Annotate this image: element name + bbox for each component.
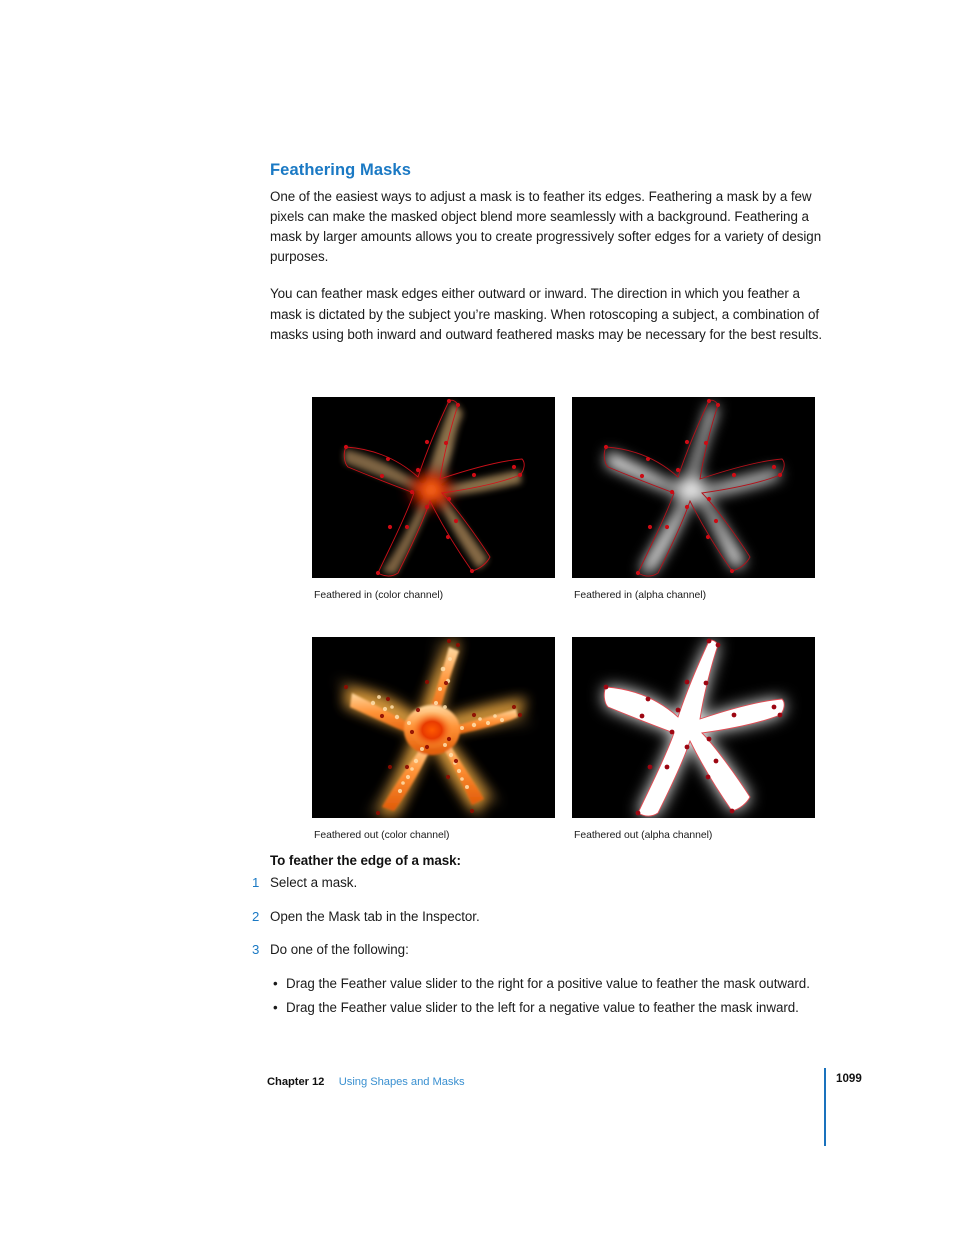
article-content: Feathering Masks One of the easiest ways… <box>270 160 826 362</box>
figure-feathered-in-color: Feathered in (color channel) <box>312 397 555 601</box>
figure-feathered-in-alpha: Feathered in (alpha channel) <box>572 397 815 601</box>
step-number-1: 1 <box>252 875 260 890</box>
starfish-color-inward-artwork <box>312 397 555 578</box>
page-title: Feathering Masks <box>270 161 411 179</box>
figure-grid: Feathered in (color channel) Feathered i… <box>272 381 828 861</box>
footer-chapter-title[interactable]: Using Shapes and Masks <box>339 1076 465 1088</box>
procedure-step-2: 2 Open the Mask tab in the Inspector. <box>245 907 835 927</box>
bullet-marker-icon: • <box>273 1000 278 1016</box>
figure-image-feathered-in-color <box>312 397 555 578</box>
figure-row-top: Feathered in (color channel) Feathered i… <box>272 381 828 621</box>
document-page: Feathering Masks One of the easiest ways… <box>0 0 954 1235</box>
procedure-step-3: 3 Do one of the following: <box>245 940 835 960</box>
figure-feathered-out-color: Feathered out (color channel) <box>312 637 555 841</box>
figure-row-bottom: Feathered out (color channel) Feathered … <box>272 621 828 861</box>
figure-image-feathered-out-color <box>312 637 555 818</box>
starfish-alpha-inward-artwork <box>572 397 815 578</box>
procedure-title: To feather the edge of a mask: <box>270 853 461 868</box>
step-number-3: 3 <box>252 942 260 957</box>
step-text-1: Select a mask. <box>270 875 358 890</box>
page-number: 1099 <box>836 1072 862 1085</box>
page-footer: Chapter 12 Using Shapes and Masks <box>267 1072 887 1092</box>
figure-feathered-out-alpha: Feathered out (alpha channel) <box>572 637 815 841</box>
figure-caption-feathered-in-color: Feathered in (color channel) <box>314 590 444 601</box>
procedure-block: To feather the edge of a mask: 1 Select … <box>245 853 835 1023</box>
figure-caption-feathered-out-alpha: Feathered out (alpha channel) <box>574 830 713 841</box>
figure-caption-feathered-in-alpha: Feathered in (alpha channel) <box>574 590 707 601</box>
page-number-rule <box>824 1068 826 1146</box>
intro-paragraph-2: You can feather mask edges either outwar… <box>270 286 823 342</box>
step-text-2: Open the Mask tab in the Inspector. <box>270 908 480 924</box>
bullet-text-1: Drag the Feather value slider to the rig… <box>286 975 810 991</box>
bullet-marker-icon: • <box>273 975 278 991</box>
step-text-3: Do one of the following: <box>270 942 409 957</box>
procedure-step-1: 1 Select a mask. <box>245 873 835 893</box>
bullet-text-2: Drag the Feather value slider to the lef… <box>286 1000 799 1016</box>
step-number-2: 2 <box>252 908 260 924</box>
figure-caption-feathered-out-color: Feathered out (color channel) <box>314 830 450 841</box>
starfish-alpha-outward-artwork <box>572 637 815 818</box>
procedure-bullet-2: • Drag the Feather value slider to the l… <box>245 998 835 1018</box>
figure-image-feathered-out-alpha <box>572 637 815 818</box>
figure-image-feathered-in-alpha <box>572 397 815 578</box>
starfish-color-outward-artwork <box>312 637 555 818</box>
footer-chapter-label: Chapter 12 <box>267 1076 325 1088</box>
procedure-bullet-1: • Drag the Feather value slider to the r… <box>245 974 835 994</box>
procedure-bullet-list: • Drag the Feather value slider to the r… <box>245 974 835 1018</box>
intro-paragraph-1: One of the easiest ways to adjust a mask… <box>270 188 822 265</box>
